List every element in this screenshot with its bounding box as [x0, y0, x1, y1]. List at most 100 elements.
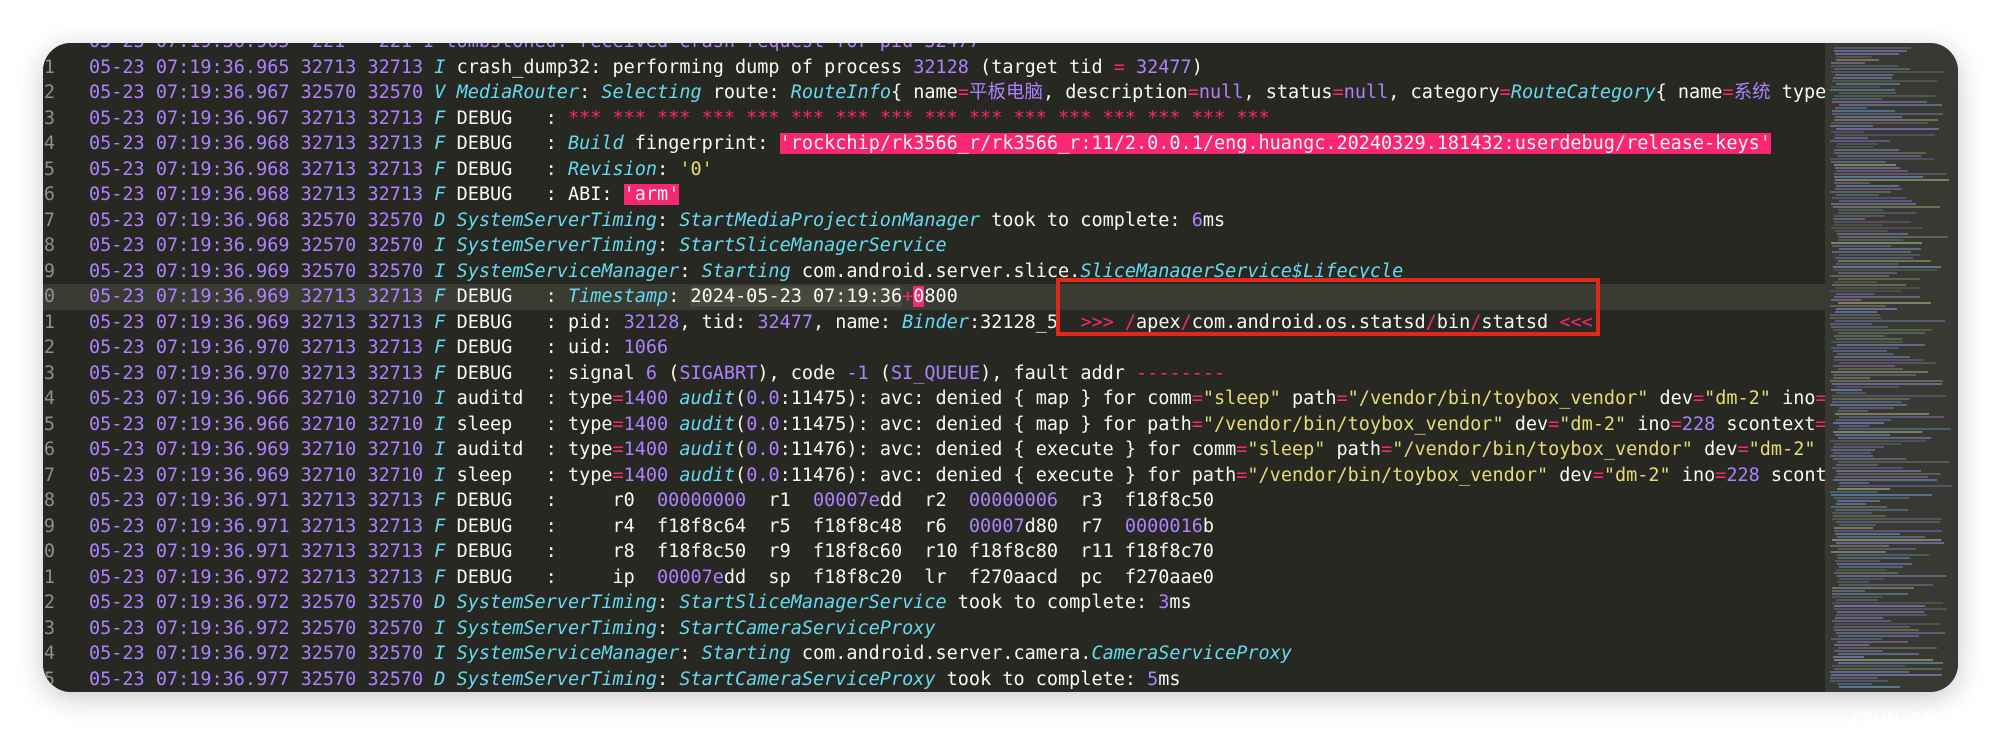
log-token: sleep : type — [456, 464, 613, 486]
minimap-line — [1836, 470, 1921, 472]
log-token: 05-23 07:19:36.971 32713 32713 — [89, 515, 435, 537]
log-line[interactable]: 22 05-23 07:19:36.972 32570 32570 D Syste… — [43, 590, 1826, 616]
log-line[interactable]: 15 05-23 07:19:36.966 32710 32710 I sleep… — [43, 412, 1927, 438]
log-token: DEBUG : — [456, 286, 568, 307]
minimap-line — [1838, 209, 1883, 211]
log-line[interactable]: 05-23 07:19:36.965 221 221 I tombstoned:… — [43, 43, 1826, 55]
log-token: 05-23 07:19:36.969 32713 32713 — [89, 286, 435, 307]
log-token: ms — [1169, 592, 1192, 613]
log-token: com.android.os.statsd — [1191, 311, 1426, 333]
log-line[interactable]: 9 05-23 07:19:36.969 32570 32570 I System… — [43, 259, 1826, 285]
minimap-line — [1833, 479, 1937, 481]
log-text-area[interactable]: 05-23 07:19:36.965 221 221 I tombstoned:… — [43, 43, 1958, 693]
log-token: auditd : type — [456, 439, 613, 460]
log-token: 1400 — [623, 439, 669, 460]
log-line[interactable]: 8 05-23 07:19:36.969 32570 32570 I System… — [43, 233, 1826, 259]
log-token: took to complete: — [935, 668, 1148, 690]
minimap-scrollbar[interactable] — [1825, 43, 1958, 692]
minimap-line — [1838, 368, 1903, 370]
minimap-line — [1834, 629, 1919, 631]
minimap-line — [1837, 353, 1894, 355]
log-token: crash_dump32: performing dump of process — [456, 56, 914, 78]
log-line[interactable]: 12 05-23 07:19:36.970 32713 32713 F DEBUG… — [43, 335, 1826, 361]
minimap-line — [1835, 116, 1902, 118]
log-token: 05-23 07:19:36.966 32710 32710 — [89, 388, 435, 409]
minimap-line — [1834, 119, 1938, 121]
log-token: r3 f18f8c50 — [1058, 490, 1214, 511]
log-token: apex — [1136, 311, 1181, 333]
minimap-line — [1834, 224, 1882, 226]
log-line[interactable]: 6 05-23 07:19:36.968 32713 32713 F DEBUG … — [43, 182, 1826, 208]
log-token: StartCameraServiceProxy — [679, 617, 936, 639]
log-token: 00007e — [812, 490, 880, 511]
log-line[interactable]: 5 05-23 07:19:36.968 32713 32713 F DEBUG … — [43, 157, 1826, 183]
log-token: F — [434, 362, 457, 384]
log-token: 800 — [924, 286, 958, 307]
log-line[interactable]: 25 05-23 07:19:36.977 32570 32570 D Syste… — [43, 667, 1826, 693]
log-line[interactable]: 18 05-23 07:19:36.971 32713 32713 F DEBUG… — [43, 488, 1826, 514]
log-line[interactable]: 14 05-23 07:19:36.966 32710 32710 I audit… — [43, 386, 1958, 412]
log-token: Starting — [701, 260, 791, 282]
log-token: scontext — [1715, 413, 1816, 435]
log-token: 'rockchip/rk3566_r/rk3566_r:11/2.0.0.1/e… — [779, 133, 1771, 154]
log-token: ), fault addr — [980, 362, 1137, 384]
minimap-line — [1830, 89, 1895, 91]
minimap-line — [1830, 671, 1909, 673]
minimap-line — [1836, 614, 1927, 616]
minimap-line — [1838, 653, 1919, 655]
log-token: = — [1592, 464, 1604, 486]
minimap-line — [1831, 71, 1944, 73]
log-token: = — [1236, 464, 1248, 486]
log-token: D — [434, 592, 457, 613]
line-number: 21 — [43, 566, 55, 588]
log-line[interactable]: 2 05-23 07:19:36.967 32570 32570 V MediaR… — [43, 80, 1958, 106]
log-line[interactable]: 4 05-23 07:19:36.968 32713 32713 F DEBUG … — [43, 131, 1826, 157]
log-token: 00007 — [968, 515, 1025, 537]
log-token: "sleep" — [1247, 439, 1326, 460]
log-token: ) — [1191, 56, 1203, 78]
log-line[interactable]: 20 05-23 07:19:36.971 32713 32713 F DEBUG… — [43, 539, 1826, 565]
log-token: DEBUG : — [456, 133, 568, 154]
log-token: 系统 — [1733, 82, 1771, 103]
log-line[interactable]: 16 05-23 07:19:36.969 32710 32710 I audit… — [43, 437, 1927, 463]
log-line[interactable]: 17 05-23 07:19:36.969 32710 32710 I sleep… — [43, 463, 1938, 489]
log-token: SystemServerTiming — [456, 209, 658, 231]
minimap-line — [1832, 398, 1910, 400]
line-number: 9 — [43, 260, 55, 282]
minimap-line — [1833, 431, 1922, 433]
minimap-line — [1834, 221, 1911, 223]
log-line[interactable]: 11 05-23 07:19:36.969 32713 32713 F DEBUG… — [43, 310, 1826, 336]
minimap-line — [1838, 662, 1943, 664]
log-token: I — [434, 643, 457, 664]
log-line[interactable]: 13 05-23 07:19:36.970 32713 32713 F DEBUG… — [43, 361, 1826, 387]
log-line[interactable]: 24 05-23 07:19:36.972 32570 32570 I Syste… — [43, 641, 1826, 667]
log-token: 05-23 07:19:36.967 32713 32713 — [89, 107, 435, 129]
log-token: -1 — [846, 362, 869, 384]
log-line[interactable]: 3 05-23 07:19:36.967 32713 32713 F DEBUG … — [43, 106, 1826, 132]
log-line[interactable]: 7 05-23 07:19:36.968 32570 32570 D System… — [43, 208, 1826, 234]
minimap-line — [1834, 530, 1942, 532]
log-token: ino — [1770, 388, 1816, 409]
log-line[interactable]: 1 05-23 07:19:36.965 32713 32713 I crash_… — [43, 55, 1826, 81]
log-line[interactable]: 23 05-23 07:19:36.972 32570 32570 I Syste… — [43, 616, 1826, 642]
log-token: 32477 — [757, 311, 814, 333]
log-token: 05-23 07:19:36.971 32713 32713 — [89, 541, 435, 562]
log-token: , description — [1042, 82, 1188, 103]
log-line-text: 05-23 07:19:36.972 32570 32570 I SystemS… — [89, 616, 936, 642]
minimap-line — [1832, 587, 1914, 589]
minimap-line — [1834, 269, 1937, 271]
log-line[interactable]: 19 05-23 07:19:36.971 32713 32713 F DEBUG… — [43, 514, 1826, 540]
minimap-line — [1831, 389, 1862, 391]
minimap-line — [1838, 647, 1937, 649]
log-token: D — [434, 668, 457, 690]
minimap-line — [1834, 215, 1885, 217]
log-line[interactable]: 10 05-23 07:19:36.969 32713 32713 F DEBUG… — [43, 284, 1826, 310]
minimap-line — [1831, 203, 1916, 205]
minimap-line — [1836, 263, 1898, 265]
log-token: = — [1670, 413, 1682, 435]
log-line[interactable]: 21 05-23 07:19:36.972 32713 32713 F DEBUG… — [43, 565, 1826, 591]
log-token: "dm-2" — [1559, 413, 1627, 435]
log-token: SystemServerTiming — [456, 235, 658, 256]
line-number: 11 — [43, 311, 55, 333]
log-token — [668, 465, 679, 486]
